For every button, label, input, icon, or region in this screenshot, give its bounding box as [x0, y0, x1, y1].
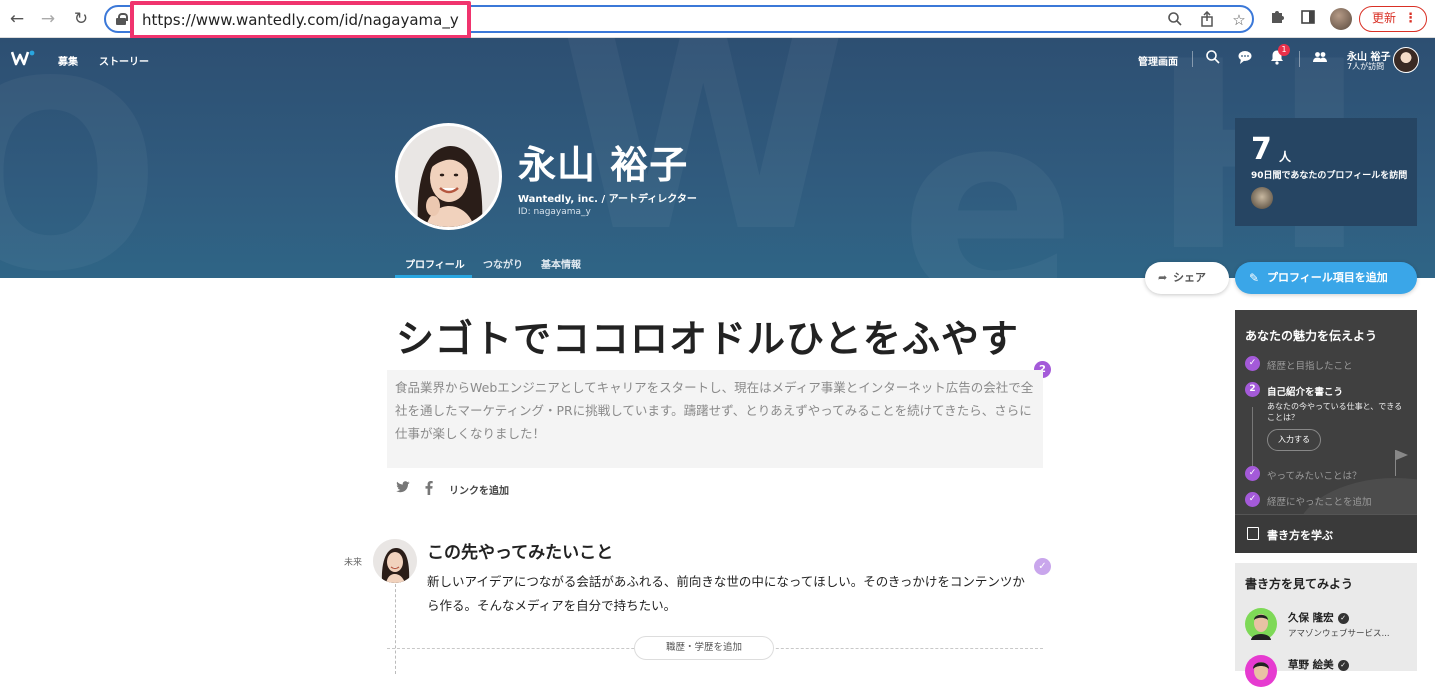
example-person-name[interactable]: 草野 絵美 ✓	[1288, 657, 1349, 672]
notification-badge: 1	[1278, 44, 1290, 56]
extensions-puzzle-icon[interactable]	[1267, 9, 1287, 29]
facebook-icon[interactable]	[425, 481, 433, 498]
document-icon	[1247, 527, 1259, 540]
visitor-avatar[interactable]	[1251, 187, 1273, 209]
tab-profile[interactable]: プロフィール	[405, 256, 465, 271]
checkmark-icon: ✓	[1034, 558, 1051, 575]
profile-company[interactable]: Wantedly, inc. / アートディレクター	[518, 190, 697, 205]
add-profile-label: プロフィール項目を追加	[1267, 271, 1388, 284]
checkmark-icon: ✓	[1245, 466, 1260, 481]
checkmark-icon: ✓	[1245, 356, 1260, 371]
forward-arrow-icon[interactable]: →	[38, 9, 58, 29]
tab-connections[interactable]: つながり	[483, 256, 523, 271]
chat-icon[interactable]	[1237, 49, 1255, 67]
lock-icon	[116, 13, 128, 25]
add-profile-item-button[interactable]: ✎ プロフィール項目を追加	[1235, 262, 1417, 294]
back-arrow-icon[interactable]: ←	[7, 9, 27, 29]
zoom-search-icon[interactable]	[1166, 11, 1184, 29]
update-label: 更新	[1372, 11, 1397, 25]
search-icon[interactable]	[1205, 49, 1223, 67]
examples-title: 書き方を見てみよう	[1245, 577, 1354, 591]
address-bar[interactable]: https://www.wantedly.com/id/nagayama_y ☆	[104, 1, 1254, 39]
share-page-icon[interactable]	[1198, 10, 1216, 29]
divider	[1192, 51, 1193, 67]
self-introduction[interactable]: 食品業界からWebエンジニアとしてキャリアをスタートし、現在はメディア事業とイン…	[387, 370, 1043, 468]
profile-tips-panel: あなたの魅力を伝えよう ✓ 経歴と目指したこと 2 自己紹介を書こう あなたの今…	[1235, 310, 1417, 553]
add-link-button[interactable]: リンクを追加	[449, 482, 509, 497]
verified-icon: ✓	[1337, 612, 1349, 624]
browser-toolbar: ← → ↻ https://www.wantedly.com/id/nagaya…	[0, 0, 1435, 39]
flag-icon	[1395, 450, 1408, 476]
future-section-body[interactable]: 新しいアイデアにつながる会話があふれる、前向きな世の中になってほしい。そのきっか…	[427, 570, 1037, 618]
nav-stories[interactable]: ストーリー	[99, 53, 149, 68]
visitor-description: 90日間であなたのプロフィールを訪問	[1251, 171, 1408, 181]
browser-profile-avatar[interactable]	[1330, 8, 1352, 30]
admin-link[interactable]: 管理画面	[1138, 53, 1178, 68]
visitor-unit: 人	[1279, 150, 1292, 164]
pencil-icon: ✎	[1249, 271, 1260, 285]
profile-id: ID: nagayama_y	[518, 207, 591, 217]
share-arrow-icon: ➦	[1158, 271, 1168, 284]
bookmark-star-icon[interactable]: ☆	[1230, 11, 1248, 29]
tip-item[interactable]: 経歴と目指したこと	[1267, 358, 1353, 372]
step-connector	[1252, 407, 1253, 467]
profile-photo[interactable]	[395, 123, 502, 230]
example-avatar[interactable]	[1245, 608, 1277, 640]
timeline-line	[395, 584, 396, 674]
checkmark-icon: ✓	[1245, 492, 1260, 507]
example-person-name[interactable]: 久保 隆宏 ✓	[1288, 610, 1349, 625]
profile-name: 永山 裕子	[518, 143, 689, 187]
share-button[interactable]: ➦ シェア	[1145, 262, 1229, 294]
visitor-count: 7	[1251, 132, 1272, 167]
wantedly-logo-icon[interactable]	[11, 50, 35, 66]
learn-writing-label: 書き方を学ぶ	[1267, 529, 1333, 542]
verified-icon: ✓	[1337, 659, 1349, 671]
timeline-future-label: 未来	[344, 558, 363, 568]
twitter-icon[interactable]	[396, 481, 410, 496]
share-label: シェア	[1173, 271, 1206, 284]
add-career-button[interactable]: 職歴・学歴を追加	[634, 636, 774, 660]
visitor-card[interactable]: 7 人 90日間であなたのプロフィールを訪問	[1235, 118, 1417, 226]
input-button[interactable]: 入力する	[1267, 429, 1321, 451]
reload-icon[interactable]: ↻	[71, 9, 91, 29]
future-section-title[interactable]: この先やってみたいこと	[427, 538, 613, 563]
nav-recruit[interactable]: 募集	[58, 53, 78, 68]
user-visit-count: 7人が訪問	[1347, 62, 1385, 71]
timeline-avatar	[373, 539, 417, 583]
example-name-text: 久保 隆宏	[1288, 612, 1334, 624]
tip-item-active[interactable]: 自己紹介を書こう	[1267, 384, 1343, 398]
update-button[interactable]: 更新 ⋮	[1359, 6, 1427, 32]
example-name-text: 草野 絵美	[1288, 659, 1334, 671]
example-avatar[interactable]	[1245, 655, 1277, 687]
tips-title: あなたの魅力を伝えよう	[1245, 329, 1378, 343]
tip-item-description: あなたの今やっている仕事と、できることは？	[1267, 402, 1403, 422]
example-person-company: アマゾンウェブサービス...	[1288, 629, 1390, 639]
tab-basic-info[interactable]: 基本情報	[541, 256, 581, 271]
profile-header: O W e H 募集 ストーリー 管理画面 1 永山 裕子 7人が訪問	[0, 38, 1435, 278]
people-icon[interactable]	[1312, 49, 1330, 67]
learn-writing-link[interactable]: 書き方を学ぶ	[1235, 514, 1417, 553]
side-panel-icon[interactable]	[1298, 9, 1318, 29]
divider	[1299, 51, 1300, 67]
menu-dots-icon[interactable]: ⋮	[1404, 7, 1417, 30]
tip-item[interactable]: やってみたいことは？	[1267, 468, 1362, 482]
examples-panel: 書き方を見てみよう 久保 隆宏 ✓ アマゾンウェブサービス... 草野 絵美 ✓	[1235, 563, 1417, 687]
step-number-badge: 2	[1245, 382, 1260, 397]
url-text[interactable]: https://www.wantedly.com/id/nagayama_y	[130, 1, 471, 39]
banner-decoration: O	[0, 48, 161, 278]
profile-headline[interactable]: シゴトでココロオドルひとをふやす	[396, 308, 1019, 363]
active-tab-indicator	[395, 275, 472, 278]
tip-item[interactable]: 経歴にやったことを追加	[1267, 494, 1372, 508]
banner-decoration: e	[900, 78, 1076, 278]
user-avatar[interactable]	[1393, 47, 1419, 73]
